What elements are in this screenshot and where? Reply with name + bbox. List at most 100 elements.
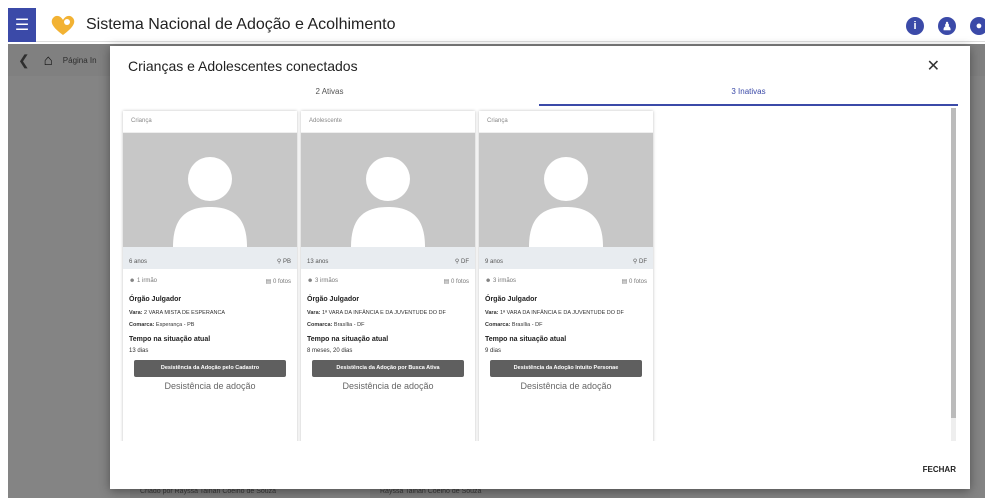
court-vara: Vara: 1ª VARA DA INFÂNCIA E DA JUVENTUDE… — [301, 303, 475, 318]
court-comarca: Comarca: Esperança - PB — [123, 318, 297, 328]
comarca-label: Comarca: — [129, 322, 155, 328]
time-in-status-heading: Tempo na situação atual — [485, 336, 567, 343]
org-heading: Órgão Julgador — [129, 296, 182, 303]
state-label: PB — [282, 259, 291, 265]
siblings-count: ☻ 3 irmãos — [307, 278, 338, 285]
modal-title: Crianças e Adolescentes conectados — [128, 58, 358, 74]
vara-value: 1ª VARA DA INFÂNCIA E DA JUVENTUDE DO DF — [322, 310, 446, 316]
cards-scroll-area[interactable]: Criança 6 anos ⚲ PB ☻ 1 irmão ▤ 0 fotos … — [120, 108, 955, 441]
card-info-row: 6 anos ⚲ PB — [123, 247, 297, 269]
user-avatar-icon[interactable]: ● — [970, 17, 985, 35]
location-label: ⚲ DF — [633, 258, 647, 265]
card-list: Criança 6 anos ⚲ PB ☻ 1 irmão ▤ 0 fotos … — [123, 111, 657, 441]
person-placeholder-icon — [529, 157, 603, 247]
org-heading: Órgão Julgador — [485, 296, 538, 303]
profile-photo — [479, 133, 653, 247]
logo-heart-icon — [51, 15, 75, 35]
court-comarca: Comarca: Brasília - DF — [479, 318, 653, 328]
app-header: ☰ Sistema Nacional de Adoção e Acolhimen… — [8, 7, 985, 42]
menu-icon: ☰ — [14, 16, 30, 34]
hamburger-menu-button[interactable]: ☰ — [8, 7, 36, 42]
child-card[interactable]: Adolescente 13 anos ⚲ DF ☻ 3 irmãos ▤ 0 … — [301, 111, 475, 441]
card-status: Desistência de adoção — [164, 381, 256, 391]
tab-inactive[interactable]: 3 Inativas — [539, 82, 958, 106]
photo-icon: ▤ — [621, 279, 628, 285]
location-label: ⚲ PB — [277, 258, 291, 265]
siblings-label: 1 irmão — [137, 278, 158, 284]
accessibility-icon[interactable]: ♟ — [938, 17, 956, 35]
card-category: Criança — [479, 111, 653, 133]
court-comarca: Comarca: Brasília - DF — [301, 318, 475, 328]
withdrawal-reason-button[interactable]: Desistência da Adoção por Busca Ativa — [312, 360, 464, 377]
status-tabs: 2 Ativas 3 Inativas — [120, 82, 958, 106]
photos-count: ▤ 0 fotos — [266, 278, 291, 285]
profile-photo — [123, 133, 297, 247]
card-info-row: 13 anos ⚲ DF — [301, 247, 475, 269]
people-icon: ☻ — [307, 278, 314, 284]
time-in-status-value: 8 meses, 20 dias — [307, 348, 353, 354]
person-placeholder-icon — [351, 157, 425, 247]
close-icon[interactable]: ✕ — [927, 56, 940, 76]
court-vara: Vara: 1ª VARA DA INFÂNCIA E DA JUVENTUDE… — [479, 303, 653, 318]
photos-label: 0 fotos — [628, 279, 647, 285]
close-button[interactable]: FECHAR — [923, 465, 956, 474]
siblings-count: ☻ 1 irmão — [129, 278, 157, 285]
card-category: Criança — [123, 111, 297, 133]
child-card[interactable]: Criança 9 anos ⚲ DF ☻ 3 irmãos ▤ 0 fotos… — [479, 111, 653, 441]
photos-count: ▤ 0 fotos — [622, 278, 647, 285]
app-title: Sistema Nacional de Adoção e Acolhimento — [86, 15, 396, 33]
card-info-row: 9 anos ⚲ DF — [479, 247, 653, 269]
org-heading: Órgão Julgador — [307, 296, 360, 303]
photos-count: ▤ 0 fotos — [444, 278, 469, 285]
connected-children-modal: Crianças e Adolescentes conectados ✕ 2 A… — [110, 46, 970, 489]
comarca-label: Comarca: — [307, 322, 333, 328]
siblings-label: 3 irmãos — [315, 278, 339, 284]
people-icon: ☻ — [129, 278, 136, 284]
age-label: 13 anos — [307, 259, 329, 265]
siblings-count: ☻ 3 irmãos — [485, 278, 516, 285]
photo-icon: ▤ — [265, 279, 272, 285]
card-meta: ☻ 3 irmãos ▤ 0 fotos — [479, 269, 653, 294]
vara-value: 2 VARA MISTA DE ESPERANCA — [144, 310, 226, 316]
time-in-status-value: 9 dias — [485, 348, 502, 354]
people-icon: ☻ — [485, 278, 492, 284]
card-status: Desistência de adoção — [342, 381, 434, 391]
scrollbar-thumb[interactable] — [951, 108, 956, 418]
profile-photo — [301, 133, 475, 247]
child-card[interactable]: Criança 6 anos ⚲ PB ☻ 1 irmão ▤ 0 fotos … — [123, 111, 297, 441]
state-label: DF — [461, 259, 469, 265]
card-category: Adolescente — [301, 111, 475, 133]
comarca-value: Esperança - PB — [155, 322, 195, 328]
location-pin-icon: ⚲ — [632, 259, 638, 265]
vara-label: Vara: — [485, 310, 499, 316]
info-icon[interactable]: i — [906, 17, 924, 35]
time-in-status-heading: Tempo na situação atual — [307, 336, 389, 343]
vara-value: 1ª VARA DA INFÂNCIA E DA JUVENTUDE DO DF — [500, 310, 624, 316]
card-meta: ☻ 3 irmãos ▤ 0 fotos — [301, 269, 475, 294]
state-label: DF — [639, 259, 647, 265]
comarca-value: Brasília - DF — [333, 322, 365, 328]
age-label: 6 anos — [129, 259, 148, 265]
siblings-label: 3 irmãos — [493, 278, 517, 284]
court-vara: Vara: 2 VARA MISTA DE ESPERANCA — [123, 303, 297, 318]
modal-footer: FECHAR — [110, 441, 970, 489]
withdrawal-reason-button[interactable]: Desistência da Adoção pelo Cadastro — [134, 360, 286, 377]
age-label: 9 anos — [485, 259, 504, 265]
scrollbar[interactable] — [951, 108, 956, 441]
time-in-status-heading: Tempo na situação atual — [129, 336, 211, 343]
photos-label: 0 fotos — [450, 279, 469, 285]
photos-label: 0 fotos — [272, 279, 291, 285]
card-status: Desistência de adoção — [520, 381, 612, 391]
vara-label: Vara: — [129, 310, 143, 316]
tab-active[interactable]: 2 Ativas — [120, 82, 539, 106]
withdrawal-reason-button[interactable]: Desistência da Adoção Intuito Personae — [490, 360, 642, 377]
vara-label: Vara: — [307, 310, 321, 316]
location-pin-icon: ⚲ — [454, 259, 460, 265]
time-in-status-value: 13 dias — [129, 348, 149, 354]
photo-icon: ▤ — [443, 279, 450, 285]
comarca-value: Brasília - DF — [511, 322, 543, 328]
card-meta: ☻ 1 irmão ▤ 0 fotos — [123, 269, 297, 294]
person-placeholder-icon — [173, 157, 247, 247]
location-pin-icon: ⚲ — [276, 259, 282, 265]
location-label: ⚲ DF — [455, 258, 469, 265]
